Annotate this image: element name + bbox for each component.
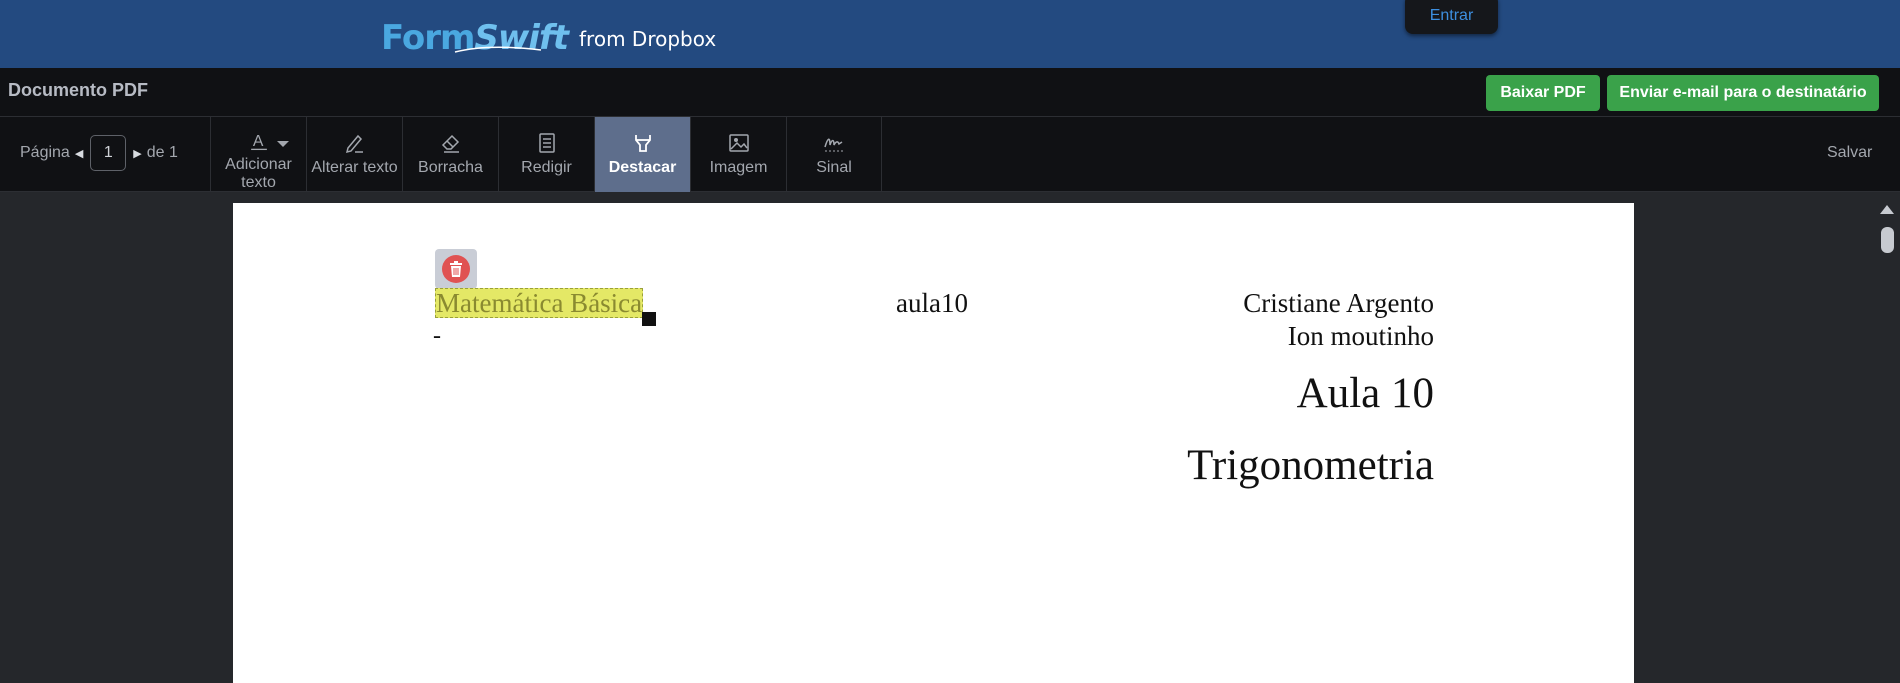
page-label: Página (20, 144, 70, 161)
download-pdf-button[interactable]: Baixar PDF (1486, 75, 1600, 111)
pdf-page[interactable]: Matemática Básica - aula10 Cristiane Arg… (233, 203, 1634, 683)
tool-label: Adicionar texto (225, 156, 292, 191)
chevron-down-icon (277, 141, 289, 147)
tool-redact[interactable]: Redigir (498, 117, 594, 192)
pdf-lesson-code: aula10 (896, 288, 968, 318)
eraser-icon (441, 134, 459, 153)
text-icon: A (250, 133, 267, 151)
page-navigator: Página ◀ ▶ de 1 (20, 135, 178, 171)
highlighter-icon (634, 135, 651, 152)
delete-button-circle (442, 255, 470, 283)
prev-page-icon[interactable]: ◀ (75, 147, 83, 160)
signature-icon (824, 138, 843, 152)
pdf-author-2: Ion moutinho (1287, 321, 1434, 351)
tool-add-text[interactable]: A Adicionar texto (210, 117, 306, 192)
document-header: Documento PDF Baixar PDF Enviar e-mail p… (0, 68, 1900, 117)
pdf-author-1: Cristiane Argento (1243, 288, 1434, 318)
tool-label: Sinal (816, 159, 852, 176)
tool-image[interactable]: Imagem (690, 117, 786, 192)
trash-icon (450, 261, 462, 277)
document-title: Documento PDF (8, 80, 149, 100)
tool-label: Alterar texto (311, 159, 398, 176)
highlight-resize-handle[interactable] (642, 312, 656, 326)
send-email-button[interactable]: Enviar e-mail para o destinatário (1607, 75, 1879, 111)
save-button[interactable]: Salvar (1827, 144, 1872, 162)
formswift-logo[interactable]: Form Swift from Dropbox (381, 10, 716, 58)
tool-eraser[interactable]: Borracha (402, 117, 498, 192)
editor-toolbar: Página ◀ ▶ de 1 A Adicionar texto Altera… (0, 117, 1900, 192)
tool-label: Borracha (418, 159, 483, 176)
page-number-input[interactable] (90, 135, 127, 171)
image-icon (728, 134, 749, 152)
brand-bar: Form Swift from Dropbox Entrar (0, 0, 1900, 68)
page-total: de 1 (146, 144, 178, 161)
tool-label: Redigir (521, 159, 572, 176)
pdf-dash: - (433, 323, 441, 349)
logo-swoosh-icon (454, 46, 542, 53)
tool-signature[interactable]: Sinal (786, 117, 882, 192)
pdf-subject: Trigonometria (1187, 442, 1434, 489)
pencil-icon (345, 134, 363, 154)
tool-edit-text[interactable]: Alterar texto (306, 117, 402, 192)
tool-label: Destacar (608, 159, 677, 176)
logo-from-text: from Dropbox (579, 27, 717, 51)
highlighted-course-title[interactable]: Matemática Básica (435, 288, 644, 318)
tool-label: Imagem (709, 159, 768, 176)
scroll-up-icon[interactable] (1880, 205, 1894, 214)
svg-text:A: A (252, 133, 263, 150)
tool-highlight[interactable]: Destacar (594, 117, 690, 192)
redact-icon (538, 133, 555, 153)
pdf-heading: Aula 10 (1296, 370, 1434, 417)
document-viewer[interactable]: Matemática Básica - aula10 Cristiane Arg… (0, 193, 1900, 683)
delete-annotation-button[interactable] (435, 249, 477, 289)
scrollbar-thumb[interactable] (1881, 227, 1894, 253)
next-page-icon[interactable]: ▶ (133, 147, 141, 160)
login-button[interactable]: Entrar (1405, 0, 1498, 34)
